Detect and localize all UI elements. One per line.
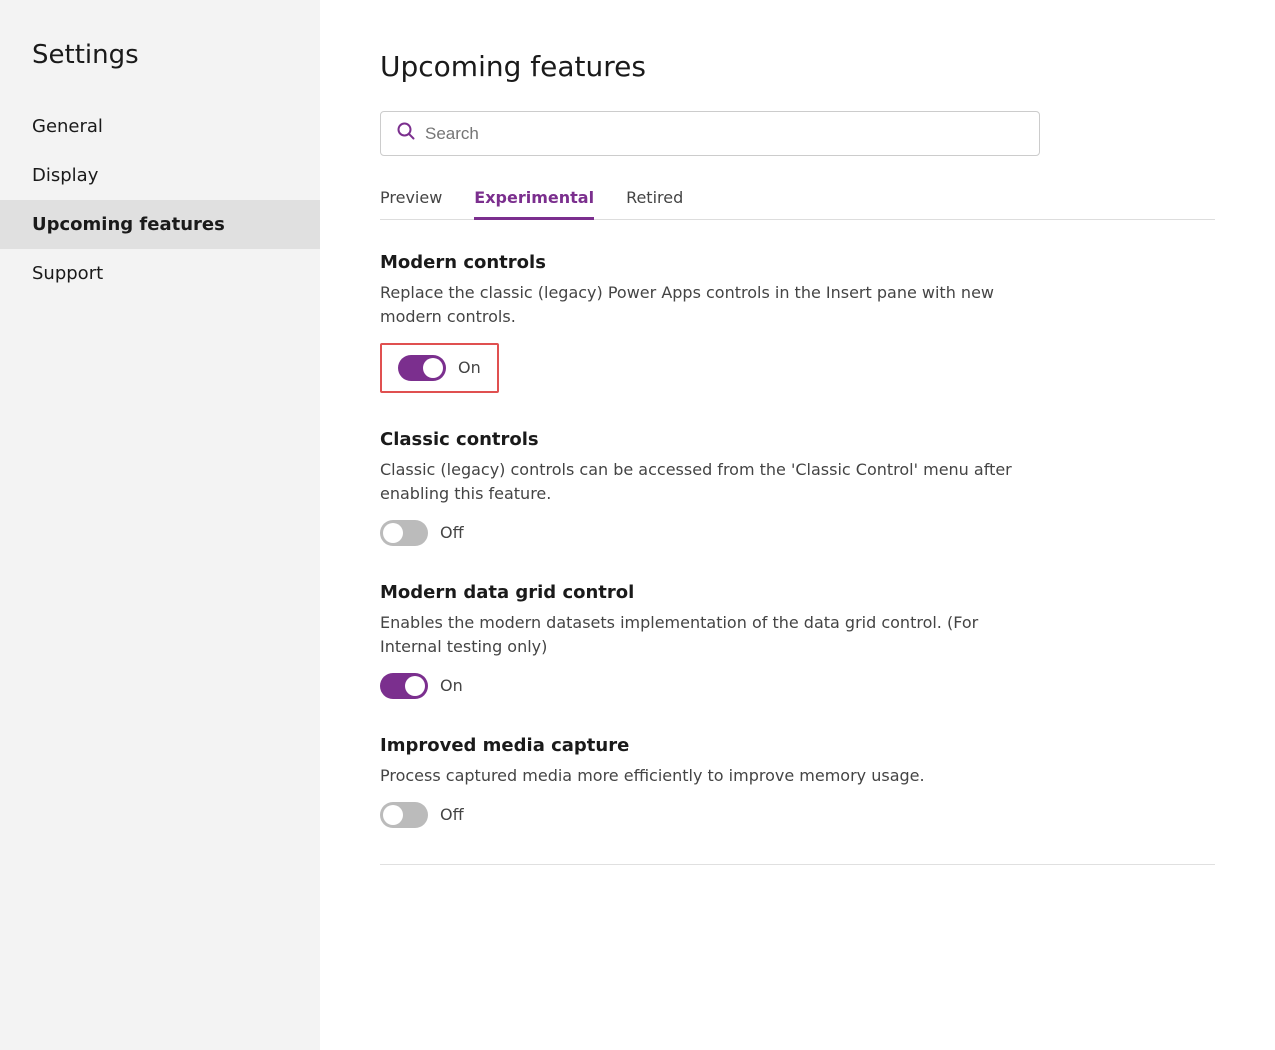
bottom-divider [380,864,1215,865]
improved-media-capture-desc: Process captured media more efficiently … [380,764,1020,788]
feature-modern-data-grid: Modern data grid control Enables the mod… [380,582,1215,699]
sidebar-item-display[interactable]: Display [0,151,320,200]
search-input[interactable] [425,124,1023,144]
feature-classic-controls: Classic controls Classic (legacy) contro… [380,429,1215,546]
improved-media-capture-toggle[interactable] [380,802,428,828]
sidebar-item-support[interactable]: Support [0,249,320,298]
modern-controls-toggle-label: On [458,358,481,377]
sidebar-item-upcoming-features[interactable]: Upcoming features [0,200,320,249]
modern-data-grid-toggle-knob [405,676,425,696]
sidebar-title: Settings [0,40,320,102]
improved-media-capture-toggle-row: Off [380,802,1215,828]
sidebar-item-general[interactable]: General [0,102,320,151]
main-content: Upcoming features Preview Experimental R… [320,0,1275,1050]
modern-controls-desc: Replace the classic (legacy) Power Apps … [380,281,1020,329]
classic-controls-toggle-knob [383,523,403,543]
feature-modern-controls: Modern controls Replace the classic (leg… [380,252,1215,393]
classic-controls-toggle[interactable] [380,520,428,546]
tab-preview[interactable]: Preview [380,188,442,220]
search-icon [397,122,415,145]
modern-data-grid-toggle[interactable] [380,673,428,699]
feature-improved-media-capture: Improved media capture Process captured … [380,735,1215,828]
sidebar: Settings General Display Upcoming featur… [0,0,320,1050]
modern-controls-toggle[interactable] [398,355,446,381]
classic-controls-title: Classic controls [380,429,1215,450]
classic-controls-desc: Classic (legacy) controls can be accesse… [380,458,1020,506]
search-box [380,111,1040,156]
modern-controls-toggle-highlight: On [380,343,499,393]
modern-data-grid-desc: Enables the modern datasets implementati… [380,611,1020,659]
modern-data-grid-toggle-label: On [440,676,463,695]
improved-media-capture-title: Improved media capture [380,735,1215,756]
tab-retired[interactable]: Retired [626,188,683,220]
classic-controls-toggle-label: Off [440,523,464,542]
modern-controls-title: Modern controls [380,252,1215,273]
modern-data-grid-title: Modern data grid control [380,582,1215,603]
modern-data-grid-toggle-row: On [380,673,1215,699]
improved-media-capture-toggle-label: Off [440,805,464,824]
modern-controls-toggle-knob [423,358,443,378]
tab-experimental[interactable]: Experimental [474,188,594,220]
page-title: Upcoming features [380,50,1215,83]
tabs: Preview Experimental Retired [380,188,1215,220]
improved-media-capture-toggle-knob [383,805,403,825]
classic-controls-toggle-row: Off [380,520,1215,546]
